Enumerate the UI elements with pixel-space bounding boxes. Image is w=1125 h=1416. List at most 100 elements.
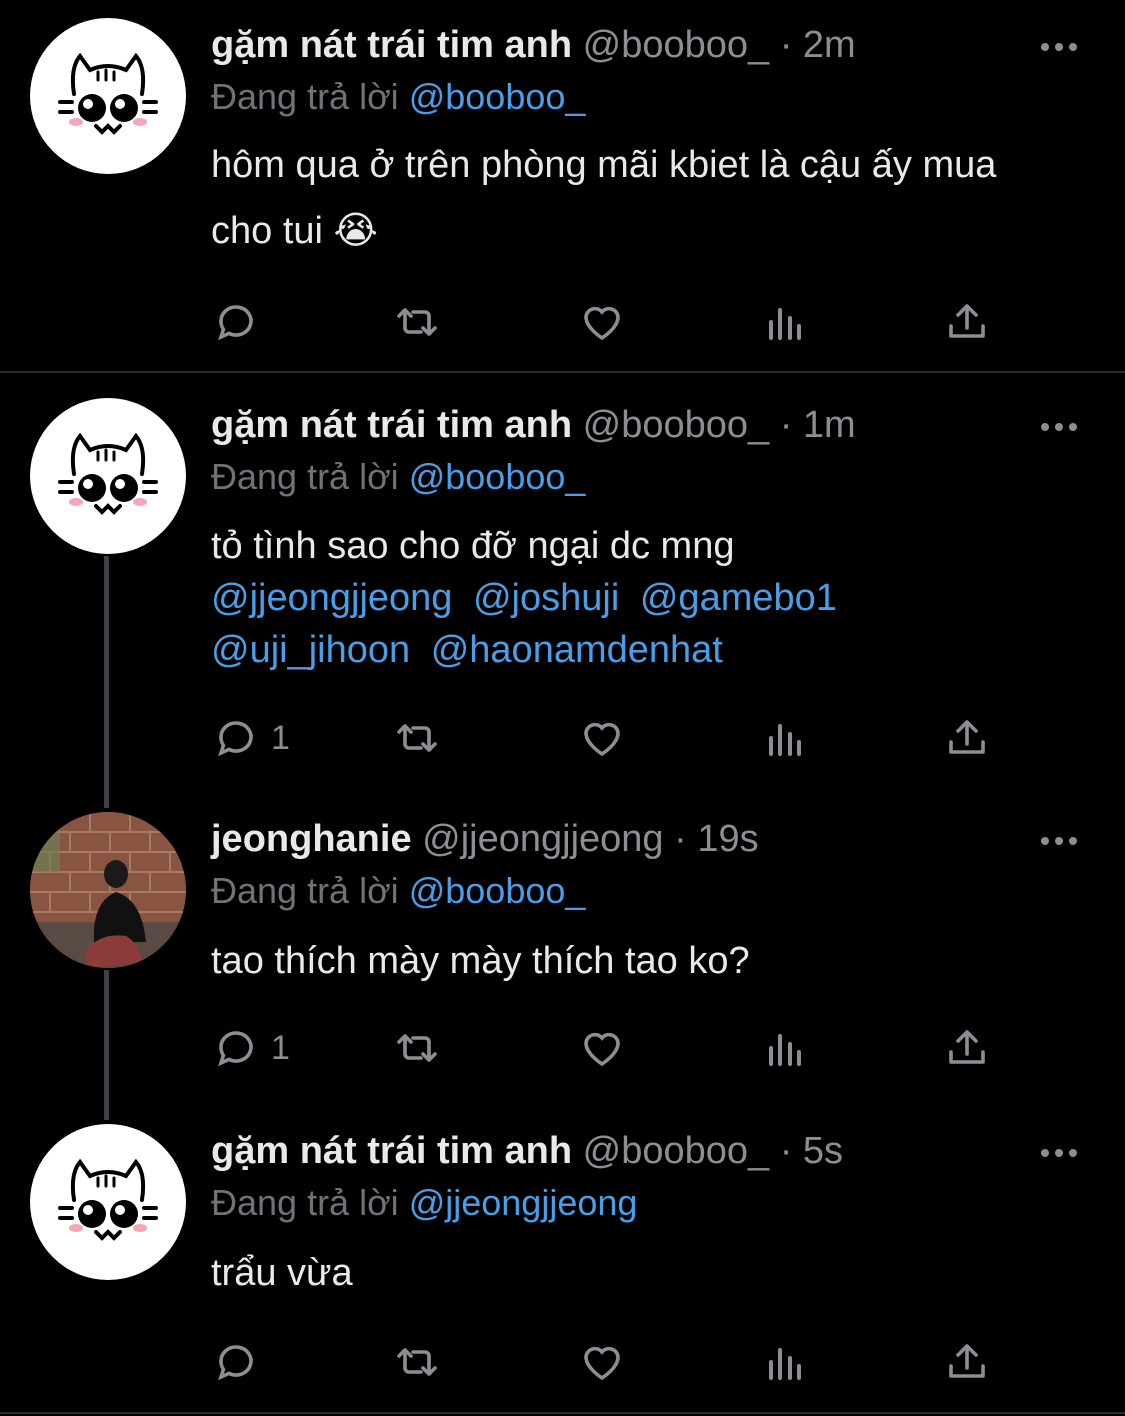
tweet-header: gặm nát trái tim anh @booboo_ · 1m: [211, 402, 1005, 448]
retweet-button[interactable]: [393, 1338, 441, 1386]
analytics-button[interactable]: [761, 298, 809, 346]
tweet[interactable]: gặm nát trái tim anh @booboo_ · 5s Đang …: [0, 1108, 1125, 1408]
tweet[interactable]: jeonghanie @jjeongjjeong · 19s Đang trả …: [0, 796, 1125, 1096]
share-icon: [949, 1344, 985, 1378]
replying-mention[interactable]: @booboo_: [409, 76, 586, 117]
more-options-icon[interactable]: [1041, 832, 1085, 852]
replying-label: Đang trả lời: [211, 1182, 399, 1223]
username[interactable]: @jjeongjjeong: [422, 818, 663, 860]
heart-icon: [584, 722, 620, 757]
retweet-button[interactable]: [393, 1024, 441, 1072]
tweet-text: tao thích mày mày thích tao ko?: [211, 940, 750, 982]
retweet-button[interactable]: [393, 298, 441, 346]
analytics-button[interactable]: [761, 1338, 809, 1386]
mention-link[interactable]: @uji_jihoon: [211, 629, 410, 671]
display-name[interactable]: gặm nát trái tim anh: [211, 1130, 572, 1172]
divider: [0, 371, 1125, 373]
separator: ·: [779, 1130, 793, 1172]
cat-avatar-icon[interactable]: [30, 398, 186, 554]
tweet-actions: 1: [213, 1024, 993, 1072]
replying-mention[interactable]: @jjeongjjeong: [409, 1182, 638, 1223]
replying-to: Đang trả lời @booboo_: [211, 454, 585, 500]
share-icon: [949, 304, 985, 338]
share-button[interactable]: [943, 714, 991, 762]
tweet-header: gặm nát trái tim anh @booboo_ · 2m: [211, 22, 1005, 68]
tweet[interactable]: gặm nát trái tim anh @booboo_ · 1m Đang …: [0, 380, 1125, 800]
replying-to: Đang trả lời @booboo_: [211, 868, 585, 914]
share-icon: [949, 1030, 985, 1064]
timestamp[interactable]: 19s: [697, 818, 758, 860]
display-name[interactable]: gặm nát trái tim anh: [211, 404, 572, 446]
mention-link[interactable]: @joshuji: [473, 577, 619, 619]
tweet-header: jeonghanie @jjeongjjeong · 19s: [211, 816, 1005, 862]
retweet-icon: [397, 724, 437, 752]
cat-avatar-icon[interactable]: [30, 1124, 186, 1280]
retweet-icon: [397, 1348, 437, 1376]
reply-icon: [218, 305, 253, 341]
heart-icon: [584, 306, 620, 341]
replying-mention[interactable]: @booboo_: [409, 456, 586, 497]
share-button[interactable]: [943, 1338, 991, 1386]
analytics-icon: [769, 1034, 801, 1066]
mention-link[interactable]: @gamebo1: [640, 577, 837, 619]
mention-list: @jjeongjjeong @joshuji @gamebo1 @uji_jih…: [211, 572, 925, 676]
analytics-button[interactable]: [761, 714, 809, 762]
reply-button[interactable]: [213, 298, 271, 346]
replying-label: Đang trả lời: [211, 456, 399, 497]
username[interactable]: @booboo_: [583, 24, 770, 66]
tweet-text: tỏ tình sao cho đỡ ngại dc mng: [211, 525, 735, 567]
reply-icon: [218, 1345, 253, 1381]
tweet[interactable]: gặm nát trái tim anh @booboo_ · 2m Đang …: [0, 0, 1125, 372]
display-name[interactable]: jeonghanie: [211, 818, 412, 860]
replying-to: Đang trả lời @booboo_: [211, 74, 585, 120]
reply-icon: [218, 721, 253, 757]
more-options-icon[interactable]: [1041, 1144, 1085, 1164]
tweet-actions: [213, 1338, 993, 1386]
heart-icon: [584, 1346, 620, 1381]
timestamp[interactable]: 2m: [803, 24, 856, 66]
retweet-button[interactable]: [393, 714, 441, 762]
retweet-icon: [397, 1034, 437, 1062]
reply-button[interactable]: 1: [213, 1024, 290, 1072]
separator: ·: [779, 404, 793, 446]
reply-count: 1: [271, 718, 290, 757]
tweet-actions: [213, 298, 993, 346]
username[interactable]: @booboo_: [583, 1130, 770, 1172]
like-button[interactable]: [578, 714, 626, 762]
more-options-icon[interactable]: [1041, 418, 1085, 438]
analytics-button[interactable]: [761, 1024, 809, 1072]
share-button[interactable]: [943, 298, 991, 346]
tweet-header: gặm nát trái tim anh @booboo_ · 5s: [211, 1128, 1005, 1174]
tweet-text: hôm qua ở trên phòng mãi kbiet là cậu ấy…: [211, 144, 997, 252]
timestamp[interactable]: 1m: [803, 404, 856, 446]
replying-label: Đang trả lời: [211, 76, 399, 117]
replying-to: Đang trả lời @jjeongjjeong: [211, 1180, 637, 1226]
heart-icon: [584, 1032, 620, 1067]
cat-avatar-icon[interactable]: [30, 18, 186, 174]
reply-count: 1: [271, 1028, 290, 1067]
like-button[interactable]: [578, 1338, 626, 1386]
photo-avatar[interactable]: [30, 812, 186, 968]
display-name[interactable]: gặm nát trái tim anh: [211, 24, 572, 66]
replying-label: Đang trả lời: [211, 870, 399, 911]
reply-button[interactable]: [213, 1338, 271, 1386]
mention-link[interactable]: @haonamdenhat: [431, 629, 723, 671]
username[interactable]: @booboo_: [583, 404, 770, 446]
reply-icon: [218, 1031, 253, 1067]
like-button[interactable]: [578, 298, 626, 346]
more-options-icon[interactable]: [1041, 38, 1085, 58]
timestamp[interactable]: 5s: [803, 1130, 843, 1172]
analytics-icon: [769, 1348, 801, 1380]
like-button[interactable]: [578, 1024, 626, 1072]
replying-mention[interactable]: @booboo_: [409, 870, 586, 911]
tweet-actions: 1: [213, 714, 993, 762]
divider: [0, 1412, 1125, 1414]
separator: ·: [674, 818, 687, 860]
reply-button[interactable]: 1: [213, 714, 290, 762]
share-button[interactable]: [943, 1024, 991, 1072]
tweet-text: trẩu vừa: [211, 1252, 353, 1294]
mention-link[interactable]: @jjeongjjeong: [211, 577, 452, 619]
share-icon: [949, 720, 985, 754]
retweet-icon: [397, 308, 437, 336]
analytics-icon: [769, 308, 801, 340]
